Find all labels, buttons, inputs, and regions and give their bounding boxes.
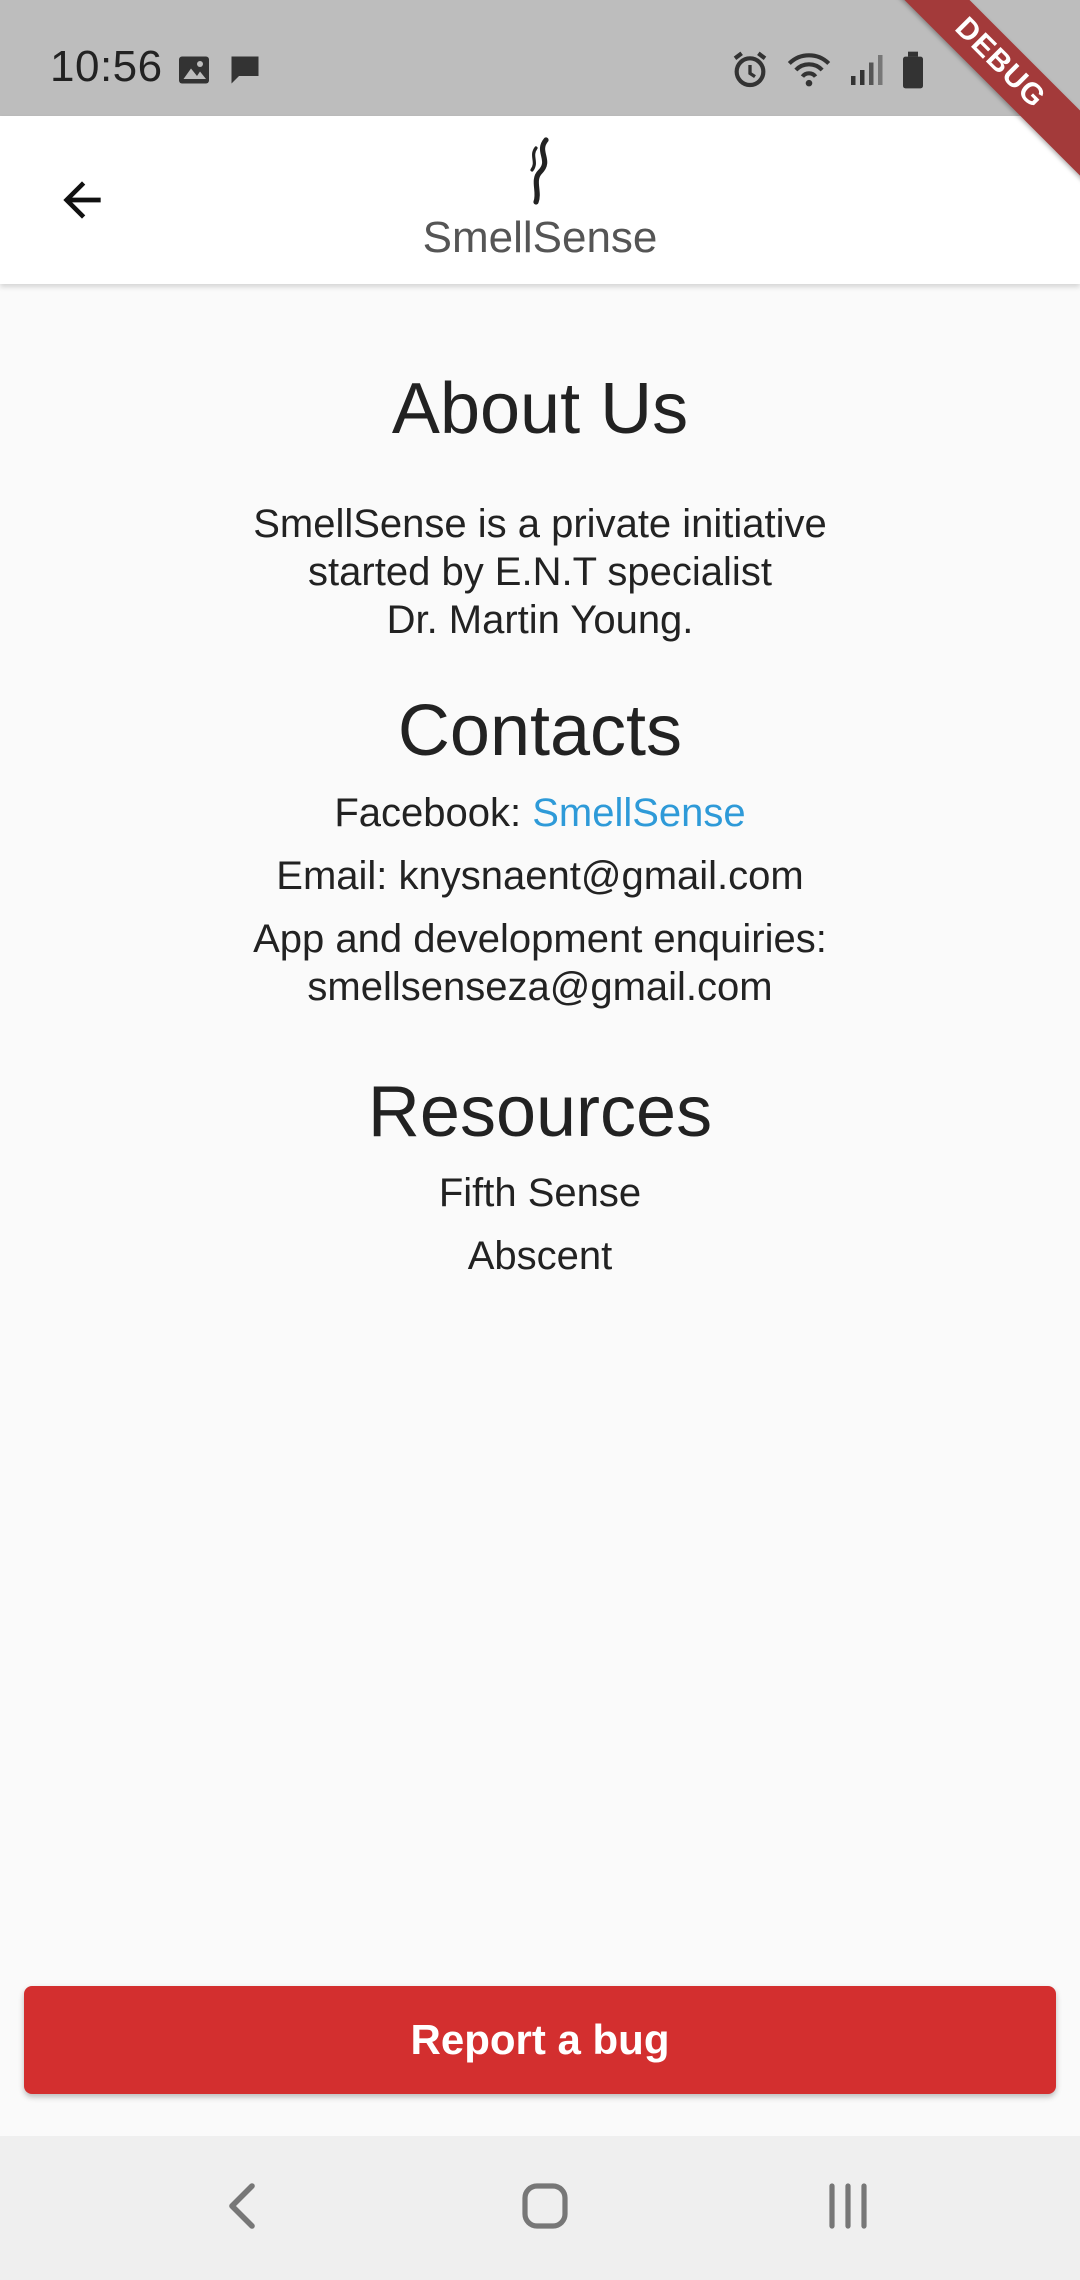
nav-home-icon (519, 2180, 571, 2237)
app-bar: SmellSense (0, 116, 1080, 284)
about-line: Dr. Martin Young. (386, 598, 694, 643)
battery-icon (900, 50, 926, 95)
resources-title: Resources (367, 1071, 713, 1152)
nav-back-icon (222, 2180, 262, 2237)
image-icon (176, 52, 212, 93)
email-line[interactable]: Email: knysnaent@gmail.com (0, 852, 1080, 900)
nav-recents-icon (822, 2180, 874, 2237)
status-left-icons (176, 52, 264, 93)
nav-recents-button[interactable] (808, 2176, 888, 2240)
status-right-icons (730, 50, 926, 95)
resources-list: Fifth Sense Abscent (0, 1169, 1080, 1280)
resource-link-fifth-sense[interactable]: Fifth Sense (0, 1169, 1080, 1217)
about-description: SmellSense is a private initiative start… (0, 500, 1080, 644)
contacts-title: Contacts (397, 691, 683, 772)
app-logo: SmellSense (0, 136, 1080, 263)
enquiries-label: App and development enquiries: (253, 916, 827, 961)
enquiries-email[interactable]: smellsenseza@gmail.com (0, 963, 1080, 1011)
report-bug-button[interactable]: Report a bug (24, 1986, 1056, 2094)
brand-name: SmellSense (422, 213, 658, 262)
about-line: started by E.N.T specialist (308, 550, 772, 595)
system-nav-bar (0, 2136, 1080, 2280)
nav-home-button[interactable] (505, 2176, 585, 2240)
signal-icon (848, 52, 884, 93)
status-bar: 10:56 (0, 0, 1080, 116)
status-time: 10:56 (50, 42, 163, 91)
about-title: About Us (391, 369, 689, 449)
wifi-icon (786, 50, 832, 95)
contacts-list: Facebook: SmellSense Email: knysnaent@gm… (0, 789, 1080, 1011)
message-icon (226, 52, 264, 93)
resource-link-abscent[interactable]: Abscent (0, 1232, 1080, 1280)
about-line: SmellSense is a private initiative (253, 502, 827, 547)
smell-wisp-icon (0, 136, 1080, 211)
facebook-label: Facebook: (334, 790, 533, 835)
nav-back-button[interactable] (202, 2176, 282, 2240)
main-content: About Us SmellSense is a private initiat… (0, 284, 1080, 1280)
facebook-link[interactable]: SmellSense (532, 791, 745, 835)
facebook-line: Facebook: SmellSense (0, 789, 1080, 837)
alarm-icon (730, 50, 770, 95)
